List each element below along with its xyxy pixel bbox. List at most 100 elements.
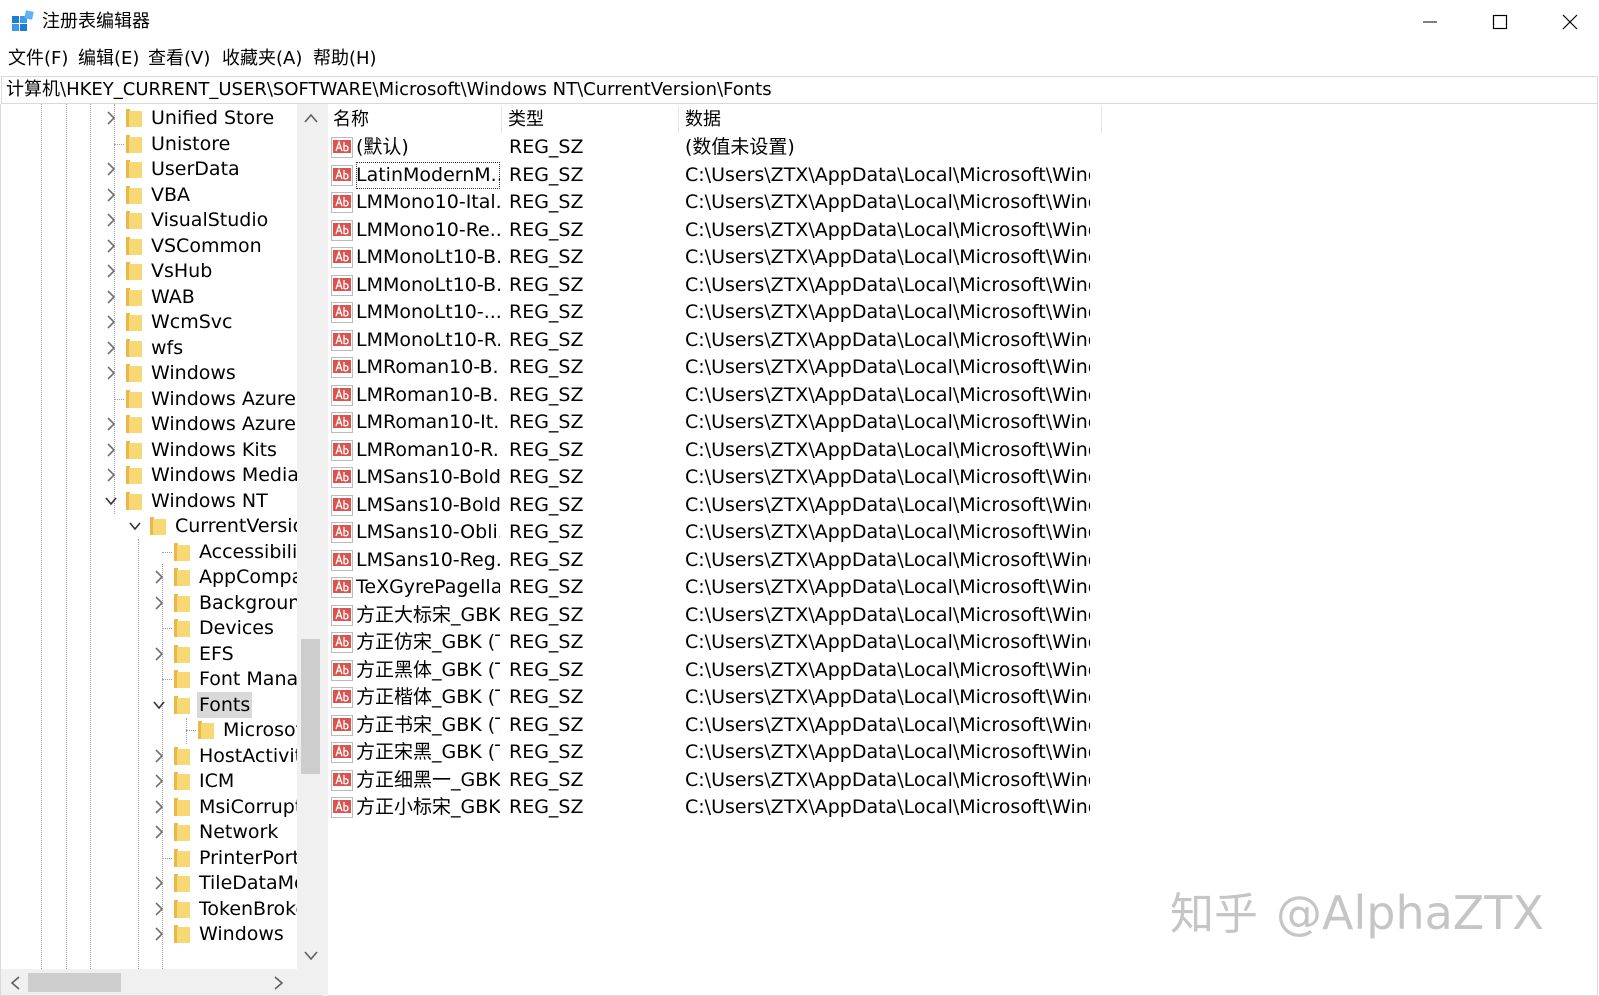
scroll-right-button[interactable] (265, 969, 292, 995)
collapse-arrow-icon[interactable] (153, 698, 165, 712)
collapse-arrow-icon[interactable] (129, 519, 141, 533)
value-row[interactable]: LMMonoLt10-... REG_SZ C:\Users\ZTX\AppData… (328, 299, 1597, 326)
tree-item[interactable]: Network (1, 819, 297, 845)
tree-item[interactable]: Unistore (1, 131, 297, 157)
tree-item[interactable]: Devices (1, 615, 297, 641)
tree-item[interactable]: Windows (1, 921, 297, 947)
tree-item[interactable]: TokenBroker (1, 896, 297, 922)
expand-arrow-icon[interactable] (153, 825, 165, 839)
value-row[interactable]: LatinModernM... REG_SZ C:\Users\ZTX\AppDat… (328, 161, 1597, 189)
minimize-button[interactable] (1395, 0, 1465, 44)
expand-arrow-icon[interactable] (105, 213, 117, 227)
value-row[interactable]: LMSans10-Obli... REG_SZ C:\Users\ZTX\AppDa… (328, 519, 1597, 546)
tree-item[interactable]: Windows NT (1, 488, 297, 514)
value-row[interactable]: 方正楷体_GBK (T... REG_SZ C:\Users\ZTX\AppData… (328, 684, 1597, 711)
expand-arrow-icon[interactable] (105, 264, 117, 278)
value-row[interactable]: 方正大标宋_GBK... REG_SZ C:\Users\ZTX\AppData\L… (328, 602, 1597, 629)
expand-arrow-icon[interactable] (105, 340, 117, 355)
address-bar[interactable]: 计算机\HKEY_CURRENT_USER\SOFTWARE\Microsoft… (1, 76, 1598, 104)
tree-horizontal-scrollbar[interactable] (1, 969, 297, 995)
expand-arrow-icon[interactable] (105, 111, 117, 125)
expand-arrow-icon[interactable] (153, 570, 165, 584)
scroll-up-button[interactable] (297, 104, 323, 131)
value-row[interactable]: LMMonoLt10-B... REG_SZ C:\Users\ZTX\AppDat… (328, 244, 1597, 271)
tree-item[interactable]: UserData (1, 156, 297, 182)
tree-item[interactable]: wfs (1, 335, 297, 361)
expand-arrow-icon[interactable] (105, 162, 117, 176)
tree-item[interactable]: Accessibility (1, 539, 297, 565)
tree-item[interactable]: PrinterPorts (1, 845, 297, 871)
tree-item[interactable]: HostActivityManager (1, 743, 297, 769)
expand-arrow-icon[interactable] (105, 417, 117, 431)
expand-arrow-icon[interactable] (105, 315, 117, 329)
tree-item[interactable]: Windows Media (1, 462, 297, 488)
column-header-data[interactable]: 数据 (680, 104, 1100, 134)
tree-item[interactable]: MsiCorruptedFileRecovery (1, 794, 297, 820)
tree-item[interactable]: Fonts (1, 691, 297, 718)
scroll-left-button[interactable] (1, 969, 28, 995)
tree-item[interactable]: Windows (1, 360, 297, 386)
menu-edit[interactable]: 编辑(E) (76, 47, 141, 71)
tree-item[interactable]: WAB (1, 284, 297, 310)
close-button[interactable] (1535, 0, 1599, 44)
expand-arrow-icon[interactable] (153, 774, 165, 788)
menu-view[interactable]: 查看(V) (146, 47, 212, 71)
expand-arrow-icon[interactable] (105, 468, 117, 482)
value-row[interactable]: 方正小标宋_GBK... REG_SZ C:\Users\ZTX\AppData\L… (328, 794, 1597, 821)
column-divider[interactable] (678, 106, 679, 133)
value-row[interactable]: LMMonoLt10-R... REG_SZ C:\Users\ZTX\AppDat… (328, 327, 1597, 354)
menu-file[interactable]: 文件(F) (6, 47, 70, 71)
value-row[interactable]: 方正宋黑_GBK (T... REG_SZ C:\Users\ZTX\AppData… (328, 739, 1597, 766)
value-row[interactable]: 方正细黑一_GBK... REG_SZ C:\Users\ZTX\AppData\L… (328, 767, 1597, 794)
tree-item[interactable]: Windows Kits (1, 437, 297, 463)
value-row[interactable]: LMMono10-Re... REG_SZ C:\Users\ZTX\AppData… (328, 217, 1597, 244)
tree-item[interactable]: Windows Azure S (1, 411, 297, 437)
value-row[interactable]: LMMono10-Ital... REG_SZ C:\Users\ZTX\AppDa… (328, 189, 1597, 216)
value-row[interactable]: 方正黑体_GBK (T... REG_SZ C:\Users\ZTX\AppData… (328, 657, 1597, 684)
tree-item[interactable]: CurrentVersion (1, 513, 297, 539)
tree-item[interactable]: ICM (1, 768, 297, 794)
tree-item[interactable]: VSCommon (1, 233, 297, 259)
tree-item[interactable]: AppCompatFlags (1, 564, 297, 590)
expand-arrow-icon[interactable] (105, 442, 117, 457)
tree-item[interactable]: VisualStudio (1, 207, 297, 233)
collapse-arrow-icon[interactable] (105, 494, 117, 508)
tree-item[interactable]: BackgroundModel (1, 590, 297, 616)
expand-arrow-icon[interactable] (153, 595, 165, 610)
tree-item[interactable]: Unified Store (1, 105, 297, 131)
tree-vertical-scrollbar[interactable] (297, 104, 323, 969)
expand-arrow-icon[interactable] (105, 238, 117, 253)
tree-item[interactable]: TileDataModel (1, 870, 297, 896)
expand-arrow-icon[interactable] (105, 366, 117, 380)
tree-item[interactable]: EFS (1, 641, 297, 667)
tree-item[interactable]: Microsoft (1, 717, 297, 743)
expand-arrow-icon[interactable] (153, 901, 165, 916)
expand-arrow-icon[interactable] (153, 748, 165, 763)
column-divider[interactable] (501, 106, 502, 133)
value-row[interactable]: LMRoman10-B... REG_SZ C:\Users\ZTX\AppData… (328, 382, 1597, 409)
menu-help[interactable]: 帮助(H) (311, 47, 379, 71)
column-header-type[interactable]: 类型 (503, 104, 673, 134)
value-row[interactable]: 方正仿宋_GBK (T... REG_SZ C:\Users\ZTX\AppData… (328, 629, 1597, 656)
value-row[interactable]: LMMonoLt10-B... REG_SZ C:\Users\ZTX\AppDat… (328, 272, 1597, 299)
maximize-button[interactable] (1465, 0, 1535, 44)
expand-arrow-icon[interactable] (105, 187, 117, 202)
expand-arrow-icon[interactable] (153, 876, 165, 890)
value-row[interactable]: (默认) REG_SZ (数值未设置) (328, 134, 1597, 161)
value-row[interactable]: LMRoman10-B... REG_SZ C:\Users\ZTX\AppData… (328, 354, 1597, 381)
value-row[interactable]: LMSans10-Reg... REG_SZ C:\Users\ZTX\AppDat… (328, 547, 1597, 574)
column-header-name[interactable]: 名称 (328, 104, 500, 134)
tree-horizontal-scroll-thumb[interactable] (28, 973, 121, 992)
value-row[interactable]: LMRoman10-R... REG_SZ C:\Users\ZTX\AppData… (328, 437, 1597, 464)
tree-item[interactable]: VsHub (1, 258, 297, 284)
tree-item[interactable]: WcmSvc (1, 309, 297, 335)
value-row[interactable]: LMSans10-Bold... REG_SZ C:\Users\ZTX\AppDa… (328, 464, 1597, 491)
expand-arrow-icon[interactable] (153, 799, 165, 814)
tree-item[interactable]: Windows Azure I (1, 386, 297, 412)
value-row[interactable]: LMRoman10-It... REG_SZ C:\Users\ZTX\AppDat… (328, 409, 1597, 436)
value-row[interactable]: 方正书宋_GBK (T... REG_SZ C:\Users\ZTX\AppData… (328, 712, 1597, 739)
tree-item[interactable]: Font Management (1, 666, 297, 692)
value-row[interactable]: TeXGyrePagella... REG_SZ C:\Users\ZTX\AppD… (328, 574, 1597, 601)
address-path[interactable]: 计算机\HKEY_CURRENT_USER\SOFTWARE\Microsoft… (6, 78, 772, 102)
value-row[interactable]: LMSans10-Bold... REG_SZ C:\Users\ZTX\AppDa… (328, 492, 1597, 519)
